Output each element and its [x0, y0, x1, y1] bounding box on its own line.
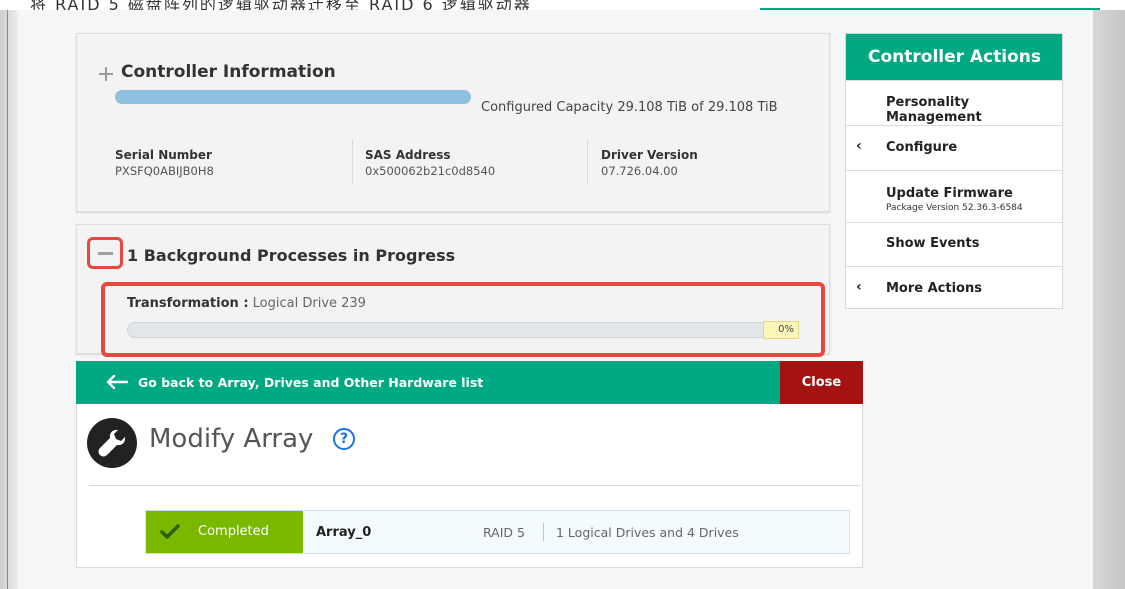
- transformation-progress-bar: [127, 322, 799, 338]
- controller-info-card: Controller Information Configured Capaci…: [76, 33, 830, 212]
- action-label: Show Events: [886, 236, 980, 251]
- array-raid-level: RAID 5: [483, 525, 525, 540]
- collapse-toggle[interactable]: [87, 237, 123, 269]
- driver-version-value: 07.726.04.00: [601, 164, 678, 178]
- array-name: Array_0: [316, 525, 372, 540]
- action-configure[interactable]: ‹ Configure: [846, 125, 1062, 170]
- go-back-text: Go back to Array, Drives and Other Hardw…: [138, 375, 484, 390]
- capacity-text: Configured Capacity 29.108 TiB of 29.108…: [481, 100, 778, 115]
- transformation-key: Transformation :: [127, 296, 249, 311]
- transformation-progress-text: 0%: [763, 321, 799, 339]
- transformation-label: Transformation : Logical Drive 239: [127, 296, 366, 311]
- action-label: Update Firmware: [886, 186, 1013, 201]
- transformation-value: Logical Drive 239: [252, 296, 366, 311]
- action-label: More Actions: [886, 281, 982, 296]
- capacity-bar: [115, 90, 471, 104]
- driver-version-label: Driver Version: [601, 148, 698, 162]
- arrow-left-icon: [106, 375, 128, 389]
- action-label: Personality Management: [886, 95, 982, 125]
- action-show-events[interactable]: Show Events: [846, 222, 1062, 266]
- serial-number-value: PXSFQ0ABIJB0H8: [115, 164, 214, 178]
- plus-icon[interactable]: [99, 67, 113, 81]
- chevron-left-icon: ‹: [856, 138, 862, 154]
- controller-actions-panel: Controller Actions Personality Managemen…: [845, 33, 1063, 309]
- column-divider: [352, 140, 353, 184]
- status-badge: Completed: [146, 511, 303, 553]
- sas-address-value: 0x500062b21c0d8540: [365, 164, 496, 178]
- background-processes-title: 1 Background Processes in Progress: [127, 246, 456, 265]
- action-update-firmware[interactable]: Update Firmware Package Version 52.36.3-…: [846, 170, 1062, 222]
- serial-number-block: Serial Number PXSFQ0ABIJB0H8: [115, 148, 214, 178]
- background-processes-card: 1 Background Processes in Progress Trans…: [76, 224, 830, 357]
- chevron-left-icon: ‹: [856, 279, 862, 295]
- transformation-highlight: Transformation : Logical Drive 239 0%: [101, 282, 825, 357]
- controller-info-title[interactable]: Controller Information: [121, 62, 336, 82]
- column-divider: [587, 140, 588, 184]
- array-row[interactable]: Completed Array_0 RAID 5 1 Logical Drive…: [145, 510, 850, 554]
- modify-array-title: Modify Array: [149, 424, 314, 454]
- action-more-actions[interactable]: ‹ More Actions: [846, 266, 1062, 308]
- driver-version-block: Driver Version 07.726.04.00: [601, 148, 698, 178]
- action-label: Configure: [886, 140, 958, 155]
- close-button[interactable]: Close: [780, 361, 863, 404]
- sas-address-block: SAS Address 0x500062b21c0d8540: [365, 148, 495, 178]
- section-divider: [89, 485, 860, 486]
- check-icon: [160, 524, 180, 539]
- array-drive-summary: 1 Logical Drives and 4 Drives: [556, 525, 739, 540]
- array-separator: [543, 523, 544, 541]
- serial-number-label: Serial Number: [115, 148, 212, 162]
- go-back-button[interactable]: Go back to Array, Drives and Other Hardw…: [76, 361, 780, 404]
- left-backdrop: [0, 10, 18, 589]
- controller-actions-title: Controller Actions: [846, 34, 1062, 80]
- modify-array-card: Modify Array ? Completed Array_0 RAID 5 …: [76, 404, 863, 568]
- minus-icon[interactable]: [98, 252, 113, 255]
- action-personality-management[interactable]: Personality Management: [846, 80, 1062, 125]
- help-icon[interactable]: ?: [333, 428, 355, 450]
- left-divider: [7, 10, 8, 589]
- firmware-package-version: Package Version 52.36.3-6584: [886, 203, 1023, 213]
- right-backdrop: [1093, 10, 1125, 589]
- sas-address-label: SAS Address: [365, 148, 451, 162]
- status-text: Completed: [198, 524, 269, 539]
- wrench-icon: [87, 418, 137, 468]
